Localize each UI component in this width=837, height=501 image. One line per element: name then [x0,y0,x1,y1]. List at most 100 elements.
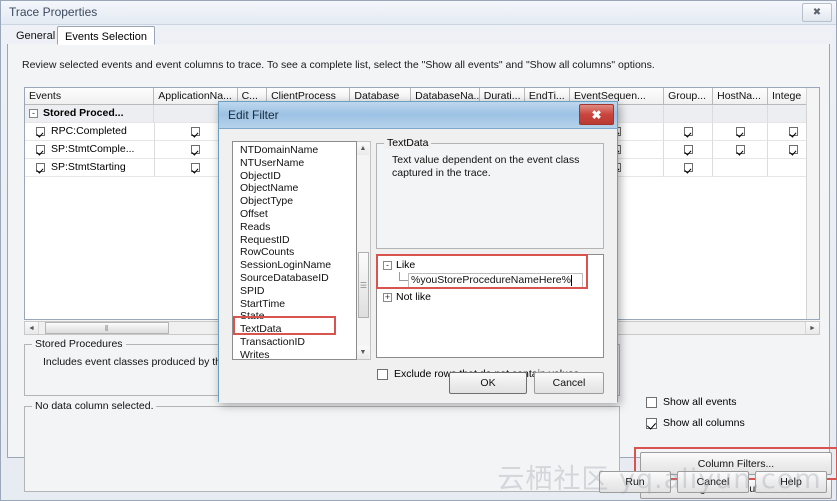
grid-group-label: Stored Proced... [43,107,124,119]
column-list-scroll-thumb[interactable]: ☰ [358,252,369,318]
grid-checkbox-cell[interactable] [713,141,769,159]
grid-checkbox-cell[interactable] [713,159,769,177]
checkbox-checked-icon[interactable] [735,145,745,154]
dialog-body: NTDomainName NTUserName ObjectID ObjectName… [219,129,617,403]
window-close-button[interactable]: ✖ [802,3,832,22]
column-list-item[interactable]: NTUserName [233,157,356,170]
show-all-events-label: Show all events [663,396,737,408]
grid-event-cell[interactable]: SP:StmtComple... [25,141,155,159]
column-list[interactable]: NTDomainName NTUserName ObjectID ObjectName… [232,141,357,360]
checkbox-checked-icon[interactable] [191,145,201,154]
tab-general[interactable]: General [9,26,62,45]
stored-procedures-legend: Stored Procedures [32,338,126,350]
checkbox-checked-icon[interactable] [36,163,45,172]
no-data-column-legend: No data column selected. [32,400,157,412]
column-list-item[interactable]: Reads [233,221,356,234]
checkbox-icon [377,368,388,380]
collapse-icon[interactable]: - [29,109,38,118]
column-list-item[interactable]: SourceDatabaseID [233,272,356,285]
scroll-left-icon[interactable]: ◄ [25,322,39,334]
filter-value-row: %youStoreProcedureNameHere% [399,272,603,288]
column-list-item[interactable]: SPID [233,285,356,298]
scroll-down-icon[interactable]: ▼ [357,346,369,359]
dialog-close-button[interactable]: ✖ [579,104,614,125]
checkbox-checked-icon [646,417,657,429]
column-list-item[interactable]: ObjectID [233,170,356,183]
column-list-item[interactable]: StartTime [233,298,356,311]
intro-text: Review selected events and event columns… [22,59,655,71]
grid-checkbox-cell[interactable] [664,159,714,177]
checkbox-checked-icon[interactable] [788,145,798,154]
tree-stem-icon [399,272,408,281]
grid-vertical-scrollbar[interactable] [806,88,819,319]
filter-node-like-label: Like [396,259,416,271]
collapse-icon[interactable]: - [383,260,392,270]
checkbox-checked-icon[interactable] [683,127,693,136]
column-list-item[interactable]: Offset [233,208,356,221]
close-icon: ✖ [591,107,602,122]
grid-column-header[interactable]: HostNa... [713,88,769,105]
column-list-item[interactable]: ObjectType [233,195,356,208]
scroll-right-icon[interactable]: ► [805,322,819,334]
checkbox-checked-icon[interactable] [788,127,798,136]
filter-node-not-like-label: Not like [396,291,432,303]
expand-icon[interactable]: + [383,292,392,302]
hscroll-thumb[interactable]: ‖ [45,322,169,334]
grid-event-cell[interactable]: RPC:Completed [25,123,155,141]
filter-tree[interactable]: - Like %youStoreProcedureNameHere% + Not… [376,254,604,358]
dialog-ok-button[interactable]: OK [449,372,527,394]
run-button[interactable]: Run [599,471,671,493]
cancel-button[interactable]: Cancel [677,471,749,493]
checkbox-checked-icon[interactable] [191,163,201,172]
column-list-item[interactable]: TextData [233,323,356,336]
grid-event-label: RPC:Completed [51,125,127,137]
column-list-scrollbar[interactable]: ▲ ☰ ▼ [357,141,371,360]
checkbox-checked-icon[interactable] [735,127,745,136]
window-title: Trace Properties [9,5,98,19]
filter-node-like[interactable]: - Like [377,258,603,272]
grid-event-cell[interactable]: SP:StmtStarting [25,159,155,177]
window-titlebar: Trace Properties ✖ [1,1,836,25]
show-all-events-checkbox[interactable]: Show all events [646,396,737,408]
column-list-item[interactable]: ObjectName [233,182,356,195]
scroll-up-icon[interactable]: ▲ [357,142,369,155]
grid-checkbox-cell[interactable] [713,123,769,141]
checkbox-checked-icon[interactable] [683,145,693,154]
text-caret [570,275,572,286]
grid-event-label: SP:StmtStarting [51,161,126,173]
grid-group-cell[interactable]: - Stored Proced... [25,105,155,123]
show-all-columns-checkbox[interactable]: Show all columns [646,417,745,429]
column-list-item[interactable]: RowCounts [233,246,356,259]
tab-strip: General Events Selection [7,25,830,45]
dialog-title: Edit Filter [228,108,279,122]
checkbox-checked-icon[interactable] [36,145,45,154]
filter-value-text: %youStoreProcedureNameHere% [411,274,571,286]
grid-checkbox-cell[interactable] [664,141,714,159]
grid-cell [664,105,714,123]
dialog-cancel-button[interactable]: Cancel [534,372,604,394]
filter-node-not-like[interactable]: + Not like [377,290,603,304]
trace-properties-window: Trace Properties ✖ General Events Select… [0,0,837,501]
column-list-item[interactable]: TransactionID [233,336,356,349]
column-list-item[interactable]: NTDomainName [233,144,356,157]
help-button[interactable]: Help [755,471,827,493]
checkbox-checked-icon[interactable] [36,127,45,136]
grid-column-header[interactable]: Events [25,88,155,105]
grid-column-header[interactable]: Group... [664,88,714,105]
checkbox-checked-icon[interactable] [191,127,201,136]
column-description-text: Text value dependent on the event class … [392,154,580,179]
checkbox-checked-icon[interactable] [683,163,693,172]
column-list-item[interactable]: SessionLoginName [233,259,356,272]
column-list-item[interactable]: State [233,310,356,323]
grid-cell [713,105,769,123]
grid-checkbox-cell[interactable] [664,123,714,141]
edit-filter-dialog: Edit Filter ✖ NTDomainName NTUserName Obje… [218,101,618,403]
filter-value-input[interactable]: %youStoreProcedureNameHere% [408,273,583,288]
column-list-item[interactable]: RequestID [233,234,356,247]
grid-event-label: SP:StmtComple... [51,143,135,155]
show-all-columns-label: Show all columns [663,417,745,429]
checkbox-icon [646,396,657,408]
tab-events-selection[interactable]: Events Selection [57,26,155,45]
column-list-item[interactable]: Writes [233,349,356,359]
no-data-column-groupbox: No data column selected. [24,400,620,492]
